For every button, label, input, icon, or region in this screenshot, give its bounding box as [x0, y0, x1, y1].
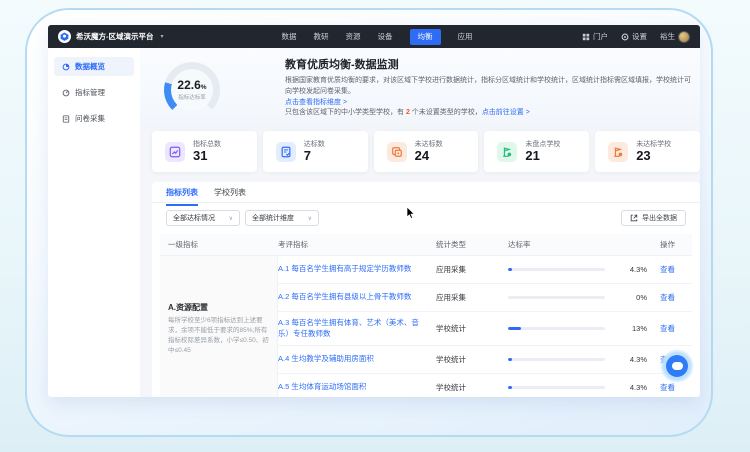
nav-item-data[interactable]: 数据 — [282, 31, 297, 42]
view-link[interactable]: 查看 — [660, 264, 692, 275]
school-flag-icon — [497, 142, 517, 162]
app-window: 希沃魔方-区域演示平台 ▾ 数据 教研 资源 设备 均衡 应用 门户 设置 裕生 — [48, 25, 700, 397]
group-description: 每所学校至少6项指标达到上述要求，余项不能低于要求的85%;所有指标校际差异系数… — [168, 316, 269, 356]
nav-item-apps[interactable]: 应用 — [458, 31, 473, 42]
divider — [152, 202, 700, 203]
goto-setup-link[interactable]: 点击前往设置 > — [482, 109, 530, 116]
progress-bar — [508, 296, 605, 299]
chevron-down-icon[interactable]: ▾ — [161, 33, 164, 40]
school-flag-icon — [608, 142, 628, 162]
nav-item-research[interactable]: 教研 — [314, 31, 329, 42]
page-description: 根据国家教育优质均衡的要求，对该区域下学校进行数据统计，指标分区域统计和学校统计… — [285, 76, 693, 109]
view-link[interactable]: 查看 — [660, 323, 692, 334]
page-title: 教育优质均衡-数据监测 — [285, 56, 399, 72]
progress-bar — [508, 268, 605, 271]
progress-bar — [508, 327, 605, 330]
tab-indicator-list[interactable]: 指标列表 — [166, 187, 198, 206]
panel-tabs: 指标列表 学校列表 — [166, 187, 246, 206]
avatar[interactable] — [678, 31, 690, 43]
rate-cell: 4.3% — [508, 355, 660, 364]
rate-cell: 4.3% — [508, 265, 660, 274]
stat-card-unmet-schools: 未达标学校23 — [595, 131, 700, 172]
table-row: A.1 每百名学生拥有高于规定学历教师数 应用采集 4.3% 查看 — [278, 256, 692, 284]
gauge-label: 指标达标率 — [178, 93, 206, 101]
group-cell-resource-allocation: A.资源配置 每所学校至少6项指标达到上述要求，余项不能低于要求的85%;所有指… — [160, 256, 278, 397]
gauge-value: 22.6% — [177, 79, 206, 92]
rate-cell: 0% — [508, 293, 660, 302]
school-type-note: 只包含该区域下的中小学类型学校，有 2 个未设置类型的学校，点击前往设置 > — [285, 107, 530, 117]
table-header-row: 一级指标 考评指标 统计类型 达标率 操作 — [160, 234, 692, 256]
nav-item-resource[interactable]: 资源 — [346, 31, 361, 42]
data-overview-icon — [62, 63, 70, 71]
user-name: 裕生 — [660, 31, 675, 42]
brand-name: 希沃魔方-区域演示平台 — [76, 31, 154, 42]
seewo-logo-icon — [58, 30, 71, 43]
rate-cell: 13% — [508, 324, 660, 333]
portal-grid-icon — [582, 33, 590, 41]
chevron-down-icon: ∨ — [229, 215, 233, 222]
indicator-link[interactable]: A.1 每百名学生拥有高于规定学历教师数 — [278, 264, 436, 275]
nav-right: 门户 设置 裕生 — [582, 31, 690, 43]
rate-cell: 4.3% — [508, 383, 660, 392]
group-title: A.资源配置 — [168, 302, 269, 313]
chat-support-button[interactable] — [660, 349, 694, 383]
nav-item-balance[interactable]: 均衡 — [410, 29, 441, 45]
stat-card-met: 达标数7 — [263, 131, 368, 172]
export-all-button[interactable]: 导出全数据 — [621, 210, 686, 226]
indicator-link[interactable]: A.4 生均教学及辅助用房面积 — [278, 354, 436, 365]
progress-bar — [508, 386, 605, 389]
filter-compliance-select[interactable]: 全部达标情况∨ — [166, 210, 240, 226]
sidebar-item-survey-collect[interactable]: 问卷采集 — [54, 109, 134, 128]
progress-bar — [508, 358, 605, 361]
compliance-gauge: 22.6% 指标达标率 — [164, 62, 220, 118]
sidebar-item-data-overview[interactable]: 数据概览 — [54, 57, 134, 76]
export-icon — [630, 214, 638, 222]
settings-button[interactable]: 设置 — [621, 31, 647, 42]
indicator-table: 一级指标 考评指标 统计类型 达标率 操作 A.资源配置 每所学校至少6项指标达… — [160, 234, 692, 397]
user-menu[interactable]: 裕生 — [660, 31, 690, 43]
table-row: A.5 生均体育运动场馆面积 学校统计 4.3% 查看 — [278, 374, 692, 397]
survey-collect-icon — [62, 115, 70, 123]
top-navbar: 希沃魔方-区域演示平台 ▾ 数据 教研 资源 设备 均衡 应用 门户 设置 裕生 — [48, 25, 700, 48]
indicator-link[interactable]: A.2 每百名学生拥有县级以上骨干教师数 — [278, 292, 436, 303]
brand[interactable]: 希沃魔方-区域演示平台 ▾ — [58, 30, 164, 43]
list-panel: 指标列表 学校列表 全部达标情况∨ 全部统计维度∨ 导出全数据 一级指标 考评指… — [152, 182, 700, 397]
view-link[interactable]: 查看 — [660, 382, 692, 393]
folders-icon — [387, 142, 407, 162]
table-row: A.2 每百名学生拥有县级以上骨干教师数 应用采集 0% 查看 — [278, 284, 692, 312]
trend-chart-icon — [165, 142, 185, 162]
portal-button[interactable]: 门户 — [582, 31, 608, 42]
stat-card-uninventoried-schools: 未盘点学校21 — [484, 131, 589, 172]
filter-dimension-select[interactable]: 全部统计维度∨ — [245, 210, 319, 226]
stat-card-total-indicators: 指标总数31 — [152, 131, 257, 172]
nav-menu: 数据 教研 资源 设备 均衡 应用 — [282, 29, 473, 45]
view-link[interactable]: 查看 — [660, 292, 692, 303]
page-header: 22.6% 指标达标率 教育优质均衡-数据监测 根据国家教育优质均衡的要求，对该… — [140, 48, 700, 130]
indicator-link[interactable]: A.5 生均体育运动场馆面积 — [278, 382, 436, 393]
stat-card-unmet: 未达标数24 — [374, 131, 479, 172]
view-dimension-link[interactable]: 点击查看指标维度 > — [285, 99, 347, 106]
indicator-link[interactable]: A.3 每百名学生拥有体育、艺术（美术、音乐）专任教师数 — [278, 318, 436, 339]
table-row: A.3 每百名学生拥有体育、艺术（美术、音乐）专任教师数 学校统计 13% 查看 — [278, 312, 692, 346]
indicator-manage-icon — [62, 89, 70, 97]
mouse-cursor — [406, 207, 416, 219]
checklist-icon — [276, 142, 296, 162]
chevron-down-icon: ∨ — [308, 215, 312, 222]
tab-school-list[interactable]: 学校列表 — [214, 187, 246, 206]
gear-icon — [621, 33, 629, 41]
nav-item-device[interactable]: 设备 — [378, 31, 393, 42]
chat-bubble-icon — [666, 355, 688, 377]
sidebar: 数据概览 指标管理 问卷采集 — [48, 48, 140, 397]
sidebar-item-indicator-manage[interactable]: 指标管理 — [54, 83, 134, 102]
table-row: A.4 生均教学及辅助用房面积 学校统计 4.3% 查看 — [278, 346, 692, 374]
stat-cards: 指标总数31 达标数7 未达标数24 未盘点学校21 未达标学校23 — [152, 131, 700, 172]
